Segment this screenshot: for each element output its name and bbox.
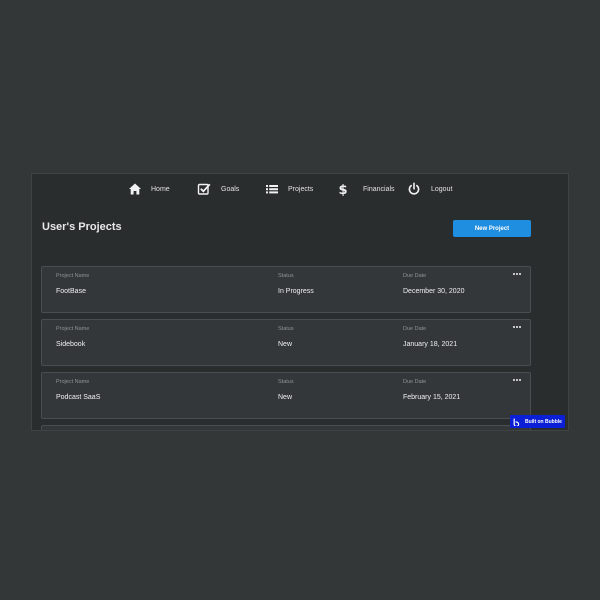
column-label-name: Project Name [56, 273, 90, 279]
power-icon [408, 182, 420, 195]
nav-item-label: Logout [431, 185, 453, 193]
nav-item-home[interactable]: Home [128, 181, 170, 197]
checkbox-icon [197, 183, 211, 195]
project-list: Project Name Status Due Date FootBase In… [41, 266, 531, 430]
project-name: Podcast SaaS [56, 394, 101, 401]
project-name: Sidebook [56, 341, 86, 348]
project-status: In Progress [278, 288, 314, 295]
list-icon [266, 185, 278, 194]
more-options-icon[interactable] [513, 272, 521, 276]
bubble-logo-icon [513, 418, 520, 426]
column-label-status: Status [278, 326, 294, 332]
more-options-icon[interactable] [513, 378, 521, 382]
dollar-icon: $ [338, 183, 347, 196]
built-on-bubble-badge[interactable]: Built on Bubble [510, 415, 565, 428]
badge-label: Built on Bubble [525, 418, 562, 425]
column-label-due: Due Date [403, 326, 427, 332]
more-options-icon[interactable] [513, 325, 521, 329]
nav-item-label: Projects [288, 185, 314, 193]
nav-item-projects[interactable]: Projects [265, 181, 313, 197]
svg-text:$: $ [338, 183, 347, 196]
app-panel: Home Goals Projects $ Financials Logout … [31, 173, 569, 431]
page-title: User's Projects [42, 221, 122, 233]
nav-item-label: Financials [363, 185, 395, 193]
top-nav: Home Goals Projects $ Financials Logout [32, 174, 568, 204]
home-icon [129, 183, 141, 195]
column-label-status: Status [278, 273, 294, 279]
nav-item-goals[interactable]: Goals [197, 181, 239, 197]
project-status: New [278, 341, 293, 348]
project-due-date: December 30, 2020 [403, 288, 465, 295]
new-project-button[interactable]: New Project [453, 220, 531, 237]
project-status: New [278, 394, 293, 401]
project-card[interactable]: Project Name Status Due Date Sidebook Ne… [41, 319, 531, 366]
nav-item-label: Home [151, 185, 170, 193]
project-card-partial [41, 425, 531, 430]
nav-item-financials[interactable]: $ Financials [336, 181, 395, 197]
column-label-due: Due Date [403, 379, 427, 385]
project-due-date: January 18, 2021 [403, 341, 458, 348]
column-label-name: Project Name [56, 379, 90, 385]
project-name: FootBase [56, 288, 86, 295]
column-label-name: Project Name [56, 326, 90, 332]
project-card[interactable]: Project Name Status Due Date FootBase In… [41, 266, 531, 313]
project-due-date: February 15, 2021 [403, 394, 461, 401]
project-card[interactable]: Project Name Status Due Date Podcast Saa… [41, 372, 531, 419]
nav-item-label: Goals [221, 185, 240, 193]
nav-item-logout[interactable]: Logout [407, 181, 452, 197]
column-label-due: Due Date [403, 273, 427, 279]
column-label-status: Status [278, 379, 294, 385]
